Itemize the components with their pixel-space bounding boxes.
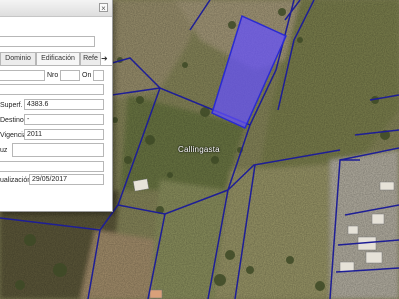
- panel-titlebar[interactable]: ×: [0, 0, 112, 17]
- field-blank-3[interactable]: [0, 161, 104, 172]
- uz-label: uz: [0, 147, 8, 154]
- field-blank-2[interactable]: [0, 84, 104, 95]
- superficie-label: Superf.: [0, 102, 23, 109]
- nro-label: Nro: [47, 72, 59, 79]
- nro-field[interactable]: [60, 70, 80, 81]
- vigencia-label: Vigencia: [0, 132, 27, 139]
- field-blank-1[interactable]: [0, 70, 45, 81]
- on-field[interactable]: [93, 70, 104, 81]
- uz-field[interactable]: [12, 143, 104, 157]
- tab-referencias[interactable]: Refe: [80, 52, 101, 65]
- destino-label: Destino: [0, 117, 24, 124]
- close-icon[interactable]: ×: [99, 3, 108, 13]
- search-input[interactable]: [0, 36, 95, 47]
- vigencia-field[interactable]: 2011: [24, 129, 104, 140]
- superficie-field[interactable]: 4383.6: [24, 99, 104, 110]
- actualizacion-label: ualización: [0, 177, 32, 184]
- place-label: Callingasta: [178, 145, 220, 154]
- arrow-right-icon[interactable]: ➜: [101, 53, 108, 64]
- tab-dominio[interactable]: Dominio: [0, 52, 36, 65]
- destino-field[interactable]: -: [24, 114, 104, 125]
- actualizacion-field[interactable]: 29/05/2017: [29, 174, 104, 185]
- tab-edificacion[interactable]: Edificación: [36, 52, 80, 65]
- parcel-info-panel: × Dominio Edificación Refe ➜ Nro On Supe…: [0, 0, 113, 212]
- on-label: On: [82, 72, 92, 79]
- tab-bar: Dominio Edificación Refe ➜: [0, 51, 112, 66]
